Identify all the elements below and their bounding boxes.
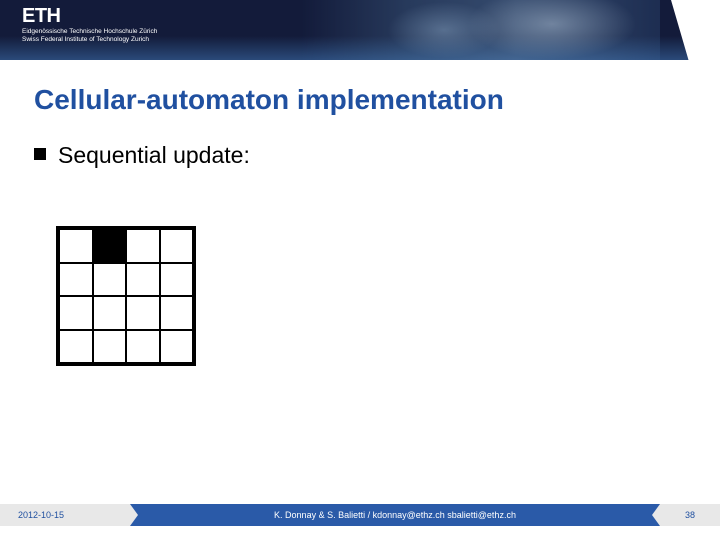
slide-content: Cellular-automaton implementation Sequen… xyxy=(0,60,720,169)
grid-cell xyxy=(93,263,127,297)
grid-cell xyxy=(93,296,127,330)
grid-cell xyxy=(126,330,160,364)
automaton-grid xyxy=(56,226,196,366)
header-banner-image xyxy=(300,0,660,60)
grid-cell xyxy=(59,263,93,297)
grid-cell xyxy=(59,330,93,364)
grid-cell xyxy=(160,229,194,263)
header-curve xyxy=(650,0,720,60)
grid-cell xyxy=(59,229,93,263)
grid-cell xyxy=(126,263,160,297)
grid-cell xyxy=(160,263,194,297)
footer-page-number: 38 xyxy=(660,504,720,526)
bullet-marker xyxy=(34,148,46,160)
slide-header: ETH Eidgenössische Technische Hochschule… xyxy=(0,0,720,60)
logo-subtitle: Eidgenössische Technische Hochschule Zür… xyxy=(22,28,157,44)
footer-date: 2012-10-15 xyxy=(0,504,130,526)
slide-footer: 2012-10-15 K. Donnay & S. Balietti / kdo… xyxy=(0,504,720,526)
eth-logo: ETH Eidgenössische Technische Hochschule… xyxy=(22,6,157,44)
grid-cell xyxy=(93,229,127,263)
grid-cell xyxy=(126,229,160,263)
grid-cell xyxy=(59,296,93,330)
grid-cell xyxy=(160,330,194,364)
grid-cell xyxy=(126,296,160,330)
logo-text: ETH xyxy=(22,6,157,26)
slide-title: Cellular-automaton implementation xyxy=(34,84,686,116)
footer-authors: K. Donnay & S. Balietti / kdonnay@ethz.c… xyxy=(130,504,660,526)
bullet-text: Sequential update: xyxy=(58,142,250,169)
bullet-item: Sequential update: xyxy=(34,142,686,169)
grid-cell xyxy=(160,296,194,330)
grid-cell xyxy=(93,330,127,364)
